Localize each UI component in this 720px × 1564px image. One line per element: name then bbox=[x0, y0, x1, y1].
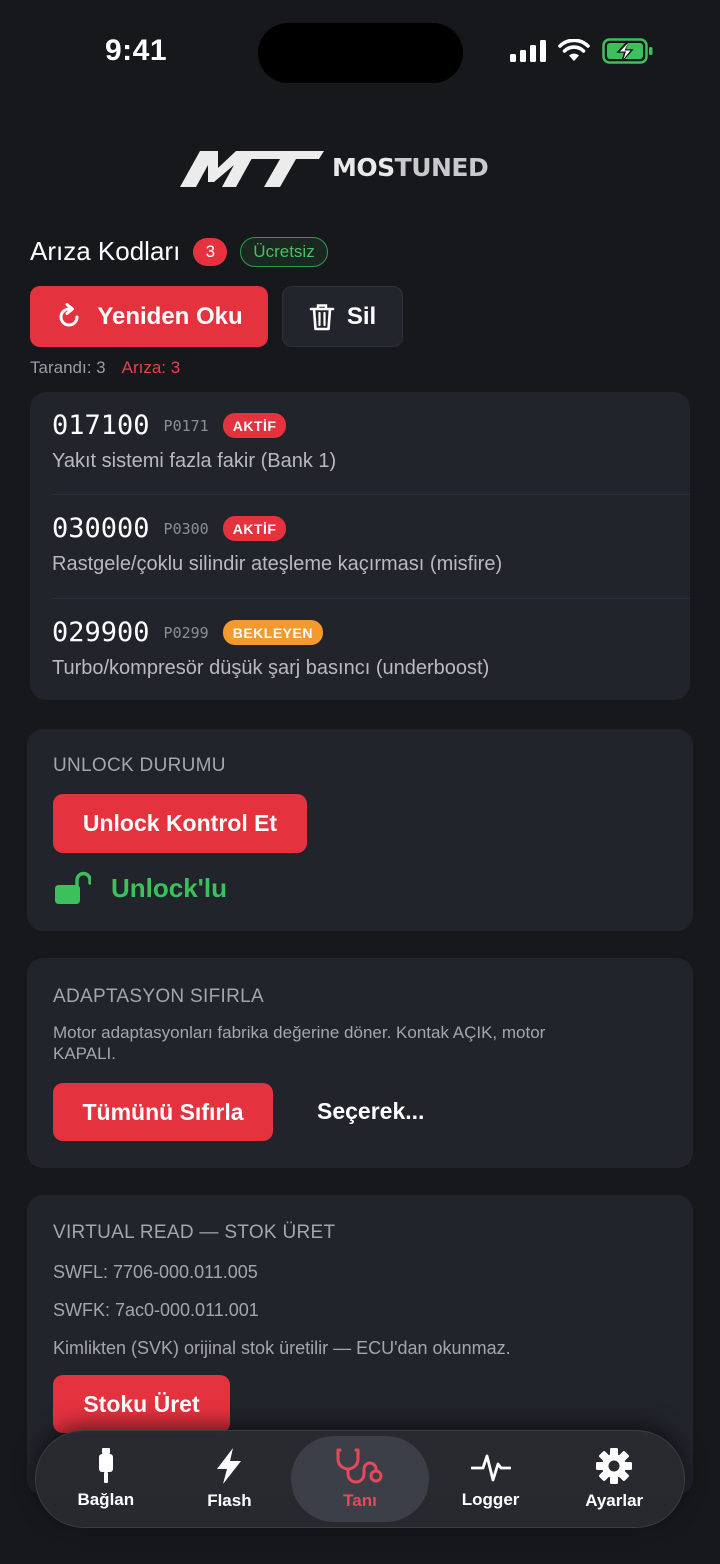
obd-code: P0171 bbox=[163, 416, 209, 435]
fault-codes-header: Arıza Kodları 3 Ücretsiz bbox=[30, 236, 328, 267]
unlock-title: UNLOCK DURUMU bbox=[53, 755, 226, 776]
usb-connector-icon bbox=[98, 1448, 113, 1483]
tab-connect[interactable]: Bağlan bbox=[44, 1436, 168, 1522]
mostuned-logo: MOSTUNED bbox=[178, 146, 489, 188]
unlocked-padlock-icon bbox=[55, 871, 91, 904]
refresh-icon bbox=[59, 302, 79, 326]
status-badge: AKTİF bbox=[222, 413, 287, 438]
status-bar: 9:41 bbox=[0, 0, 720, 100]
fault-code-row[interactable]: 030000 P0300 AKTİF Rastgele/çoklu silind… bbox=[52, 494, 690, 598]
lightning-icon bbox=[217, 1448, 242, 1484]
unlock-status-label: Unlock'lu bbox=[111, 872, 227, 903]
unlock-check-button[interactable]: Unlock Kontrol Et bbox=[53, 794, 307, 853]
unlock-status: Unlock'lu bbox=[55, 871, 227, 905]
pulse-icon bbox=[470, 1454, 511, 1482]
wifi-icon bbox=[558, 39, 590, 61]
obd-code: P0299 bbox=[163, 623, 209, 642]
status-icons bbox=[510, 38, 654, 64]
unlock-status-card: UNLOCK DURUMU Unlock Kontrol Et Unlock'l… bbox=[27, 729, 693, 931]
fault-codes-list: 017100 P0171 AKTİF Yakıt sistemi fazla f… bbox=[30, 392, 690, 700]
tab-logger[interactable]: Logger bbox=[429, 1436, 553, 1522]
logo-text: MOSTUNED bbox=[332, 152, 489, 182]
delete-label: Sil bbox=[346, 302, 377, 330]
tab-label: Ayarlar bbox=[585, 1491, 644, 1510]
fault-code-row[interactable]: 029900 P0299 BEKLEYEN Turbo/kompresör dü… bbox=[52, 598, 690, 702]
logo-text-b: TUNED bbox=[394, 152, 489, 182]
tab-settings[interactable]: Ayarlar bbox=[552, 1436, 676, 1522]
swfk-value: SWFK: 7ac0-000.011.001 bbox=[53, 1300, 259, 1320]
adaptation-description: Motor adaptasyonları fabrika değerine dö… bbox=[53, 1023, 546, 1063]
fault-code: 030000 bbox=[52, 513, 150, 544]
obd-code: P0300 bbox=[163, 519, 209, 538]
tab-flash[interactable]: Flash bbox=[168, 1436, 292, 1522]
free-badge: Ücretsiz bbox=[240, 236, 328, 267]
gear-icon bbox=[596, 1448, 633, 1484]
fault-description: Yakıt sistemi fazla fakir (Bank 1) bbox=[52, 450, 337, 472]
logo-text-a: MOS bbox=[332, 152, 395, 182]
fault-count: Arıza: 3 bbox=[121, 358, 181, 377]
trash-icon bbox=[309, 303, 335, 330]
mt-logo-mark bbox=[180, 151, 324, 187]
tab-label: Logger bbox=[461, 1490, 520, 1509]
fault-description: Turbo/kompresör düşük şarj basıncı (unde… bbox=[52, 657, 490, 679]
selective-reset-button[interactable]: Seçerek... bbox=[317, 1098, 424, 1125]
status-time: 9:41 bbox=[105, 34, 168, 67]
adaptation-reset-card: ADAPTASYON SIFIRLA Motor adaptasyonları … bbox=[27, 958, 693, 1168]
fault-count-badge: 3 bbox=[193, 237, 228, 266]
fault-codes-title: Arıza Kodları bbox=[30, 236, 181, 266]
fault-code: 017100 bbox=[52, 410, 150, 441]
tab-bar: Bağlan Flash Tanı Logger Ayarlar bbox=[35, 1430, 685, 1528]
dynamic-island bbox=[258, 23, 463, 83]
cellular-signal-icon bbox=[510, 40, 546, 62]
status-badge: AKTİF bbox=[222, 516, 287, 541]
battery-charging-icon bbox=[602, 38, 653, 64]
status-badge: BEKLEYEN bbox=[222, 620, 323, 645]
fault-code: 029900 bbox=[52, 617, 150, 648]
stethoscope-icon bbox=[336, 1448, 383, 1484]
adaptation-title: ADAPTASYON SIFIRLA bbox=[53, 986, 264, 1007]
tab-diagnosis[interactable]: Tanı bbox=[291, 1436, 429, 1522]
fault-description: Rastgele/çoklu silindir ateşleme kaçırma… bbox=[52, 553, 503, 575]
scan-info: Tarandı: 3 Arıza: 3 bbox=[30, 358, 180, 378]
swfl-value: SWFL: 7706-000.011.005 bbox=[53, 1262, 258, 1282]
tab-label: Flash bbox=[207, 1491, 252, 1510]
reread-label: Yeniden Oku bbox=[97, 302, 243, 330]
fault-code-row[interactable]: 017100 P0171 AKTİF Yakıt sistemi fazla f… bbox=[52, 392, 690, 496]
generate-stock-button[interactable]: Stoku Üret bbox=[53, 1375, 230, 1433]
fault-actions: Yeniden Oku Sil bbox=[30, 286, 403, 347]
reread-button[interactable]: Yeniden Oku bbox=[30, 286, 268, 347]
virtual-read-note: Kimlikten (SVK) orijinal stok üretilir —… bbox=[53, 1338, 511, 1358]
tab-label: Tanı bbox=[343, 1491, 377, 1510]
tab-label: Bağlan bbox=[77, 1490, 135, 1509]
scanned-count: Tarandı: 3 bbox=[30, 358, 106, 377]
delete-button[interactable]: Sil bbox=[282, 286, 403, 347]
virtual-read-title: VIRTUAL READ — STOK ÜRET bbox=[53, 1222, 336, 1243]
reset-all-button[interactable]: Tümünü Sıfırla bbox=[53, 1083, 273, 1141]
